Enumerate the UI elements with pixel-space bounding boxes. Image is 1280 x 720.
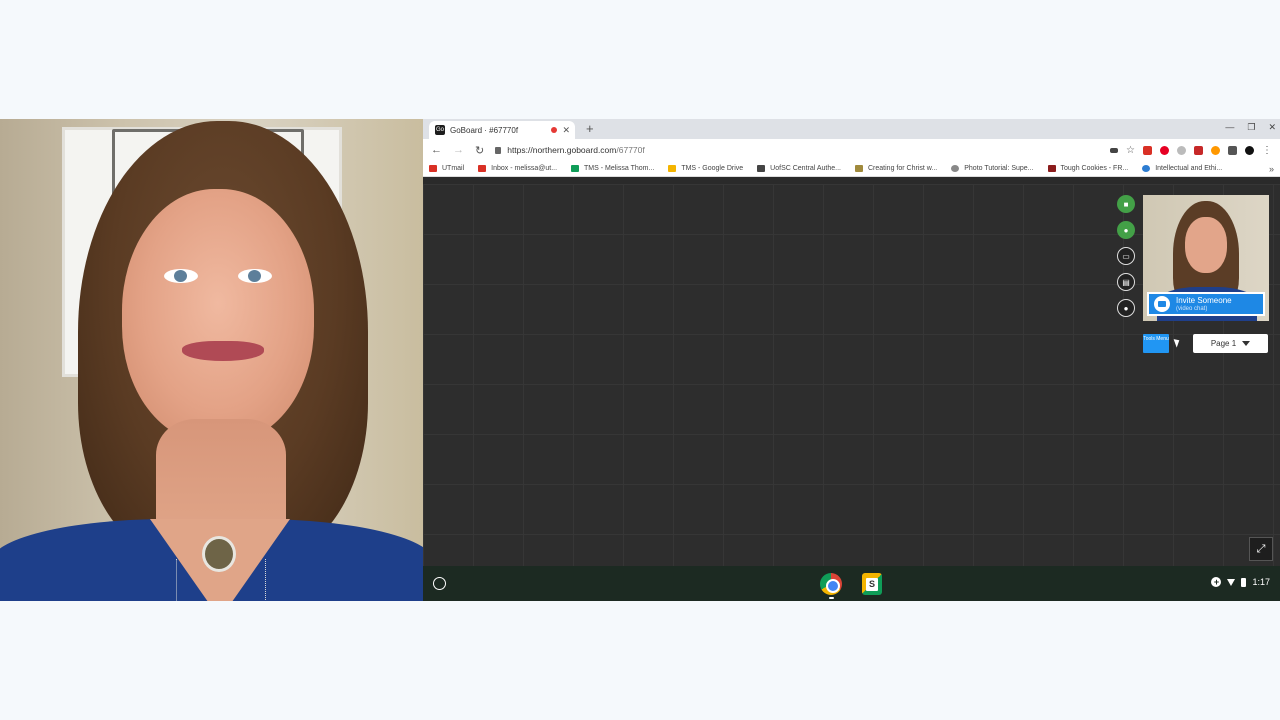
bookmark-favicon-icon bbox=[478, 165, 487, 172]
new-tab-icon[interactable]: + bbox=[586, 121, 594, 136]
bookmark-favicon-icon bbox=[668, 165, 677, 172]
tab-title: GoBoard · #67770f bbox=[450, 125, 519, 135]
bookmark-item[interactable]: UTmail bbox=[429, 165, 464, 172]
presenter-lips bbox=[182, 341, 264, 361]
close-window-icon[interactable]: ✕ bbox=[1268, 122, 1276, 133]
bookmarks-bar: UTmail Inbox - melissa@ut... TMS - Melis… bbox=[423, 161, 1280, 177]
video-icon[interactable]: ■ bbox=[1117, 195, 1135, 213]
bookmark-star-icon[interactable]: ☆ bbox=[1126, 145, 1135, 156]
invite-subtitle: (video chat) bbox=[1176, 305, 1208, 312]
extension-circle-icon[interactable] bbox=[1177, 145, 1186, 155]
bookmark-favicon-icon bbox=[571, 165, 580, 172]
bookmark-item[interactable]: Photo Tutorial: Supe... bbox=[951, 165, 1034, 172]
invite-someone-button[interactable]: Invite Someone (video chat) bbox=[1147, 292, 1265, 316]
bookmark-favicon-icon bbox=[951, 165, 960, 172]
url-path: /67770f bbox=[616, 145, 645, 155]
recording-icon bbox=[551, 127, 558, 133]
clock: 1:17 bbox=[1252, 577, 1270, 587]
extension-grid-icon[interactable] bbox=[1228, 145, 1237, 155]
whiteboard-canvas[interactable]: ■ ● ▭ ▤ ● Invite Someone (video chat) To… bbox=[423, 184, 1280, 566]
wifi-icon bbox=[1227, 578, 1236, 586]
url-host: https://northern.goboard.com bbox=[507, 145, 617, 155]
bookmark-item[interactable]: Inbox - melissa@ut... bbox=[478, 165, 557, 172]
bookmark-favicon-icon bbox=[1142, 165, 1151, 172]
bookmark-item[interactable]: TMS - Google Drive bbox=[668, 165, 743, 172]
window-controls: — ❐ ✕ bbox=[1225, 122, 1276, 133]
os-shelf: S + 1:17 bbox=[423, 566, 1280, 601]
tab-goboard[interactable]: Go GoBoard · #67770f ✕ bbox=[429, 121, 575, 139]
microphone-icon[interactable]: ● bbox=[1117, 221, 1135, 239]
slides-letter-icon: S bbox=[866, 577, 878, 591]
bookmark-item[interactable]: Tough Cookies - FR... bbox=[1047, 165, 1128, 172]
slides-app-icon[interactable]: S bbox=[862, 573, 882, 595]
chrome-app-icon[interactable] bbox=[820, 573, 842, 595]
back-icon[interactable]: ← bbox=[431, 144, 442, 156]
screen-share-icon[interactable]: ▭ bbox=[1117, 247, 1135, 265]
page-selector-label: Page 1 bbox=[1210, 339, 1237, 348]
bookmarks-overflow-icon[interactable]: » bbox=[1269, 164, 1274, 174]
tab-strip: Go GoBoard · #67770f ✕ + — ❐ ✕ bbox=[423, 119, 1280, 139]
bookmark-item[interactable]: TMS - Melissa Thom... bbox=[571, 165, 654, 172]
add-icon: + bbox=[1211, 577, 1222, 587]
bookmark-favicon-icon bbox=[429, 165, 437, 172]
reload-icon[interactable]: ↻ bbox=[475, 144, 484, 157]
bookmark-favicon-icon bbox=[855, 165, 863, 172]
bookmark-favicon-icon bbox=[1047, 165, 1056, 172]
fullscreen-icon[interactable]: ⤢ bbox=[1249, 537, 1273, 561]
video-camera-icon bbox=[1154, 296, 1170, 312]
bookmark-item[interactable]: UofSC Central Authe... bbox=[757, 165, 841, 172]
extensions-area: ☆ ⋮ bbox=[1110, 145, 1272, 156]
active-app-indicator bbox=[829, 597, 834, 599]
necklace-pendant bbox=[202, 536, 236, 572]
extension-red-icon[interactable] bbox=[1143, 145, 1152, 155]
status-tray[interactable]: + 1:17 bbox=[1211, 577, 1270, 587]
presenter-eye-right bbox=[238, 269, 272, 283]
chat-icon[interactable]: ● bbox=[1117, 299, 1135, 317]
launcher-icon[interactable] bbox=[433, 577, 446, 590]
pinterest-icon[interactable] bbox=[1160, 145, 1169, 155]
restore-icon[interactable]: ❐ bbox=[1247, 122, 1255, 133]
address-bar[interactable]: https://northern.goboard.com/67770f bbox=[495, 145, 1099, 155]
menu-kebab-icon[interactable]: ⋮ bbox=[1262, 145, 1272, 156]
presenter-webcam bbox=[0, 119, 423, 601]
extension-orange-icon[interactable] bbox=[1211, 145, 1220, 155]
invite-title: Invite Someone bbox=[1176, 295, 1232, 305]
tools-menu-button[interactable]: Tools Menu bbox=[1143, 334, 1169, 353]
bookmark-item[interactable]: Creating for Christ w... bbox=[855, 165, 937, 172]
page-selector[interactable]: Page 1 bbox=[1193, 334, 1268, 353]
forward-icon[interactable]: → bbox=[453, 144, 464, 156]
bookmark-item[interactable]: Intellectual and Ethi... bbox=[1142, 165, 1222, 172]
chevron-down-icon bbox=[1242, 341, 1251, 346]
lock-icon bbox=[495, 146, 502, 154]
bookmark-favicon-icon bbox=[757, 165, 766, 172]
profile-icon[interactable] bbox=[1245, 145, 1254, 155]
participant-face bbox=[1185, 217, 1227, 273]
battery-icon bbox=[1241, 577, 1247, 587]
browser-toolbar: ← → ↻ https://northern.goboard.com/67770… bbox=[423, 139, 1280, 161]
gallery-icon[interactable]: ▤ bbox=[1117, 273, 1135, 291]
camera-indicator-icon[interactable] bbox=[1110, 147, 1119, 153]
close-tab-icon[interactable]: ✕ bbox=[562, 125, 570, 136]
presenter-face bbox=[122, 189, 314, 443]
presenter-eye-left bbox=[164, 269, 198, 283]
invite-label-group: Invite Someone (video chat) bbox=[1176, 295, 1232, 312]
extension-toolbox-icon[interactable] bbox=[1194, 145, 1203, 155]
mouse-cursor-icon bbox=[1173, 337, 1182, 348]
goboard-favicon-icon: Go bbox=[435, 125, 445, 135]
browser-window: Go GoBoard · #67770f ✕ + — ❐ ✕ ← → ↻ htt… bbox=[423, 119, 1280, 601]
minimize-icon[interactable]: — bbox=[1225, 122, 1234, 133]
